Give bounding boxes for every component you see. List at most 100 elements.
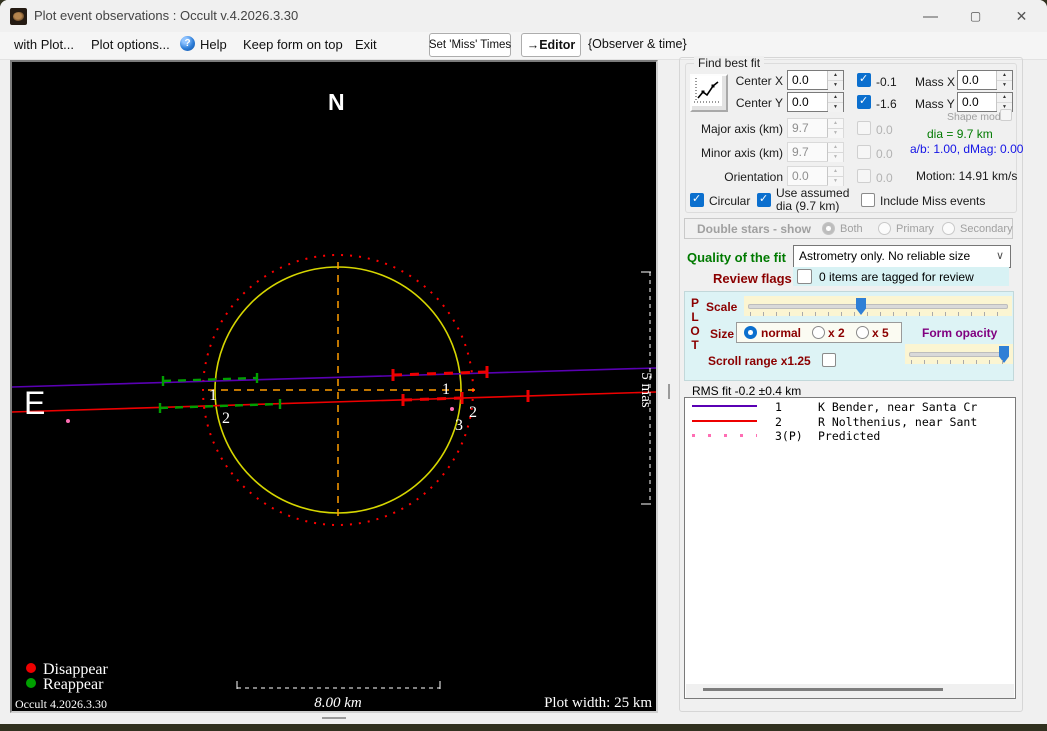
use-assumed-checkbox[interactable] [757,192,771,207]
size-normal-label: normal [761,326,802,340]
orientation-spin-arrows: ▲ ▼ [827,167,843,186]
set-miss-times-button[interactable]: Set 'Miss' Times [429,33,511,57]
minor-axis-label: Minor axis (km) [700,146,783,160]
plot-letters: PLOT [689,296,701,352]
shape-model-checkbox[interactable] [1000,109,1012,121]
plot-hscroll-thumb[interactable] [322,717,346,719]
quality-label: Quality of the fit [687,250,786,265]
chord3-label: 3 [455,417,463,434]
circular-label: Circular [709,194,751,208]
chevron-down-icon: ∨ [995,250,1004,262]
double-stars-both-label: Both [840,223,863,235]
double-stars-primary-label: Primary [896,223,934,235]
minimize-button[interactable]: — [908,0,953,32]
dia-text: dia = 9.7 km [927,127,993,141]
orientation-fit-checkbox[interactable] [857,169,871,183]
scroll-range-checkbox[interactable] [822,353,836,367]
center-x-spinner[interactable]: 0.0 ▲ ▼ [787,70,844,90]
scale-slider[interactable] [744,296,1012,316]
minor-axis-spinner: 9.7 ▲ ▼ [787,142,844,162]
close-button[interactable]: ✕ [999,0,1044,32]
major-axis-fit-checkbox[interactable] [857,121,871,135]
center-x-label: Center X [735,74,783,88]
legend-row[interactable]: 1 K Bender, near Santa Cr [685,400,1015,414]
orientation-label: Orientation [724,170,783,184]
chord-1-line [12,367,656,388]
plot-letter: L [691,310,699,324]
observations-hscroll-thumb[interactable] [703,688,943,691]
center-x-value[interactable]: 0.0 [788,71,827,89]
chord-2-line [12,391,656,413]
legend-entry-number: 2 [775,414,782,429]
double-stars-primary-radio[interactable] [878,222,891,235]
minor-axis-fit-checkbox[interactable] [857,145,871,159]
help-icon[interactable]: ? [180,36,195,51]
editor-button[interactable]: →Editor [521,33,581,57]
size-normal-radio[interactable] [744,326,757,339]
reappear-dot-icon [26,678,36,688]
chord1-left-label: 1 [209,387,217,404]
reappear-label: Reappear [43,676,104,693]
orientation-fit-value: 0.0 [876,171,893,185]
center-x-fit-checkbox[interactable] [857,72,871,87]
mas-scale-label: 5 mas [638,372,654,408]
plot-version-label: Occult 4.2026.3.30 [15,697,107,711]
size-x5-label: x 5 [872,326,889,340]
center-y-label: Center Y [735,96,783,110]
observations-list[interactable]: 1 K Bender, near Santa Cr 2 R Nolthenius, n… [684,397,1016,699]
double-stars-both-radio[interactable] [822,222,835,235]
mass-y-label: Mass Y [915,97,955,111]
form-opacity-slider-ticks [911,360,1007,364]
mass-x-spinner[interactable]: 0.0 ▲ ▼ [957,70,1013,90]
chord-labels: 1 2 1 2 3 [209,381,477,434]
occultation-plot: 1 2 1 2 3 N E 5 mas 8.00 km Plot width: … [12,89,656,711]
double-stars-secondary-label: Secondary [960,223,1013,235]
legend-row[interactable]: 3(P) Predicted [685,429,1015,443]
find-best-fit-title: Find best fit [694,56,765,70]
center-y-spin-arrows[interactable]: ▲ ▼ [827,93,843,112]
mass-x-value[interactable]: 0.0 [958,71,996,89]
major-axis-value: 9.7 [792,121,809,135]
predicted-dot [66,419,70,423]
menu-keep-on-top[interactable]: Keep form on top [243,37,343,52]
mass-y-value[interactable]: 0.0 [958,93,996,111]
center-y-spinner[interactable]: 0.0 ▲ ▼ [787,92,844,112]
maximize-button[interactable]: ▢ [953,0,998,32]
menu-with-plot[interactable]: with Plot... [14,37,74,52]
menu-help[interactable]: Help [200,37,227,52]
fit-chart-icon [692,76,722,106]
include-miss-checkbox[interactable] [861,193,875,207]
menu-plot-options[interactable]: Plot options... [91,37,170,52]
scale-label: Scale [706,300,738,314]
menu-exit[interactable]: Exit [355,37,377,52]
app-window: Plot event observations : Occult v.4.202… [0,0,1047,724]
double-stars-secondary-radio[interactable] [942,222,955,235]
review-flags-checkbox[interactable] [797,269,812,284]
scale-slider-track [748,304,1008,309]
scroll-range-label: Scroll range x1.25 [708,354,811,368]
observations-hscrollbar[interactable] [686,684,1014,698]
minor-axis-value: 9.7 [792,145,809,159]
title-bar[interactable]: Plot event observations : Occult v.4.202… [0,0,1047,32]
plot-canvas[interactable]: 1 2 1 2 3 N E 5 mas 8.00 km Plot width: … [10,60,658,713]
center-y-value[interactable]: 0.0 [788,93,827,111]
minor-axis-fit-value: 0.0 [876,147,893,161]
size-x2-radio[interactable] [812,326,825,339]
chord1-right-label: 1 [442,381,450,398]
orientation-spinner: 0.0 ▲ ▼ [787,166,844,186]
motion-text: Motion: 14.91 km/s [916,169,1018,183]
app-icon [10,8,27,25]
chord2-left-label: 2 [222,410,230,427]
legend-row[interactable]: 2 R Nolthenius, near Sant [685,414,1015,429]
km-scale-label: 8.00 km [314,695,362,711]
legend-entry-number: 3(P) [775,429,803,443]
plot-vscroll-thumb[interactable] [668,384,670,399]
quality-dropdown[interactable]: Astrometry only. No reliable size ∨ [793,245,1011,268]
size-x5-radio[interactable] [856,326,869,339]
km-scale-bracket [236,681,441,689]
center-y-fit-checkbox[interactable] [857,94,871,109]
circular-checkbox[interactable] [690,192,704,207]
mass-x-spin-arrows[interactable]: ▲ ▼ [996,71,1012,90]
form-opacity-slider[interactable] [905,344,1013,364]
center-x-spin-arrows[interactable]: ▲ ▼ [827,71,843,90]
